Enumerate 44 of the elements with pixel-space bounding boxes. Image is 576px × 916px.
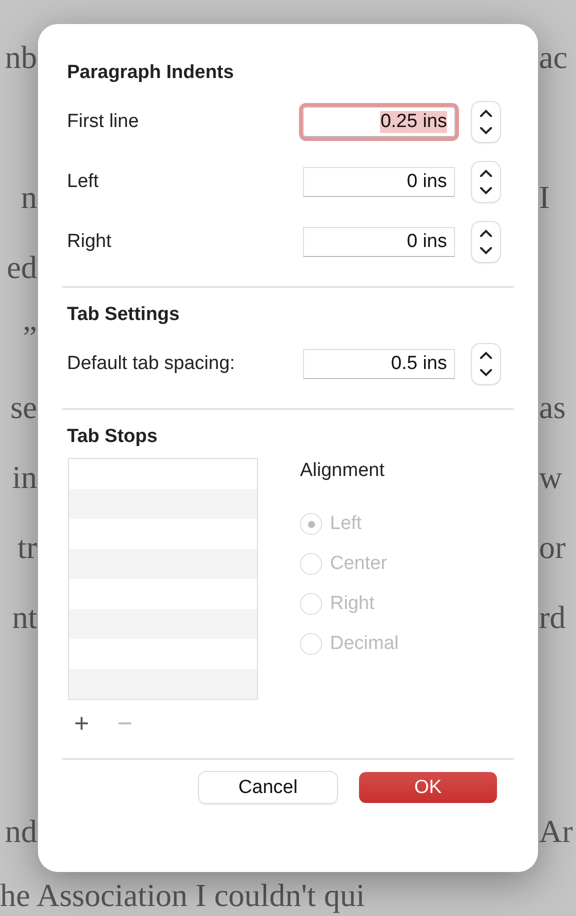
alignment-label: Alignment — [300, 460, 386, 483]
stepper-arrows-icon — [478, 167, 494, 197]
radio-label: Left — [330, 513, 362, 535]
document-text: ” — [22, 318, 37, 356]
cancel-button[interactable]: Cancel — [199, 772, 337, 803]
stepper[interactable] — [472, 344, 500, 384]
input-field[interactable]: 0 ins — [303, 167, 455, 197]
section-heading: Tab Stops — [66, 426, 158, 449]
radio-label: Center — [330, 553, 388, 575]
ok-button[interactable]: OK — [359, 772, 497, 803]
document-text: nb — [5, 38, 37, 76]
document-text: in — [12, 458, 37, 496]
stepper[interactable] — [472, 102, 500, 142]
radio-label: Decimal — [330, 633, 399, 655]
stepper[interactable] — [472, 222, 500, 262]
document-text: I — [539, 178, 550, 216]
document-text: Ar — [539, 812, 573, 850]
input-field[interactable]: 0.5 ins — [303, 349, 455, 379]
stepper-arrows-icon — [478, 349, 494, 379]
document-text: as — [539, 388, 566, 426]
field-label: Left — [67, 171, 100, 193]
radio-label: Right — [330, 593, 374, 615]
document-text: n — [21, 178, 37, 216]
section-heading: Paragraph Indents — [66, 62, 235, 85]
document-text: tr — [17, 528, 37, 566]
stepper-arrows-icon — [478, 107, 494, 137]
section-heading: Tab Settings — [66, 304, 181, 327]
document-text: nd — [5, 812, 37, 850]
document-text: nt — [12, 598, 37, 636]
stepper[interactable] — [472, 162, 500, 202]
document-text: he Association I couldn't qui — [0, 877, 365, 914]
document-text: se — [10, 388, 37, 426]
field-label: Right — [67, 231, 112, 253]
stepper-arrows-icon — [478, 227, 494, 257]
document-text: w — [539, 458, 562, 496]
add-button[interactable]: + — [70, 708, 94, 738]
document-text: or — [539, 528, 566, 566]
document-text: rd — [539, 598, 566, 636]
field-label: Default tab spacing: — [67, 353, 236, 375]
field-label: First line — [67, 111, 140, 133]
tab-stops-list[interactable] — [68, 458, 258, 700]
document-text: ac — [539, 38, 568, 76]
document-text: ed — [6, 248, 37, 286]
input-field[interactable]: 0 ins — [303, 227, 455, 257]
